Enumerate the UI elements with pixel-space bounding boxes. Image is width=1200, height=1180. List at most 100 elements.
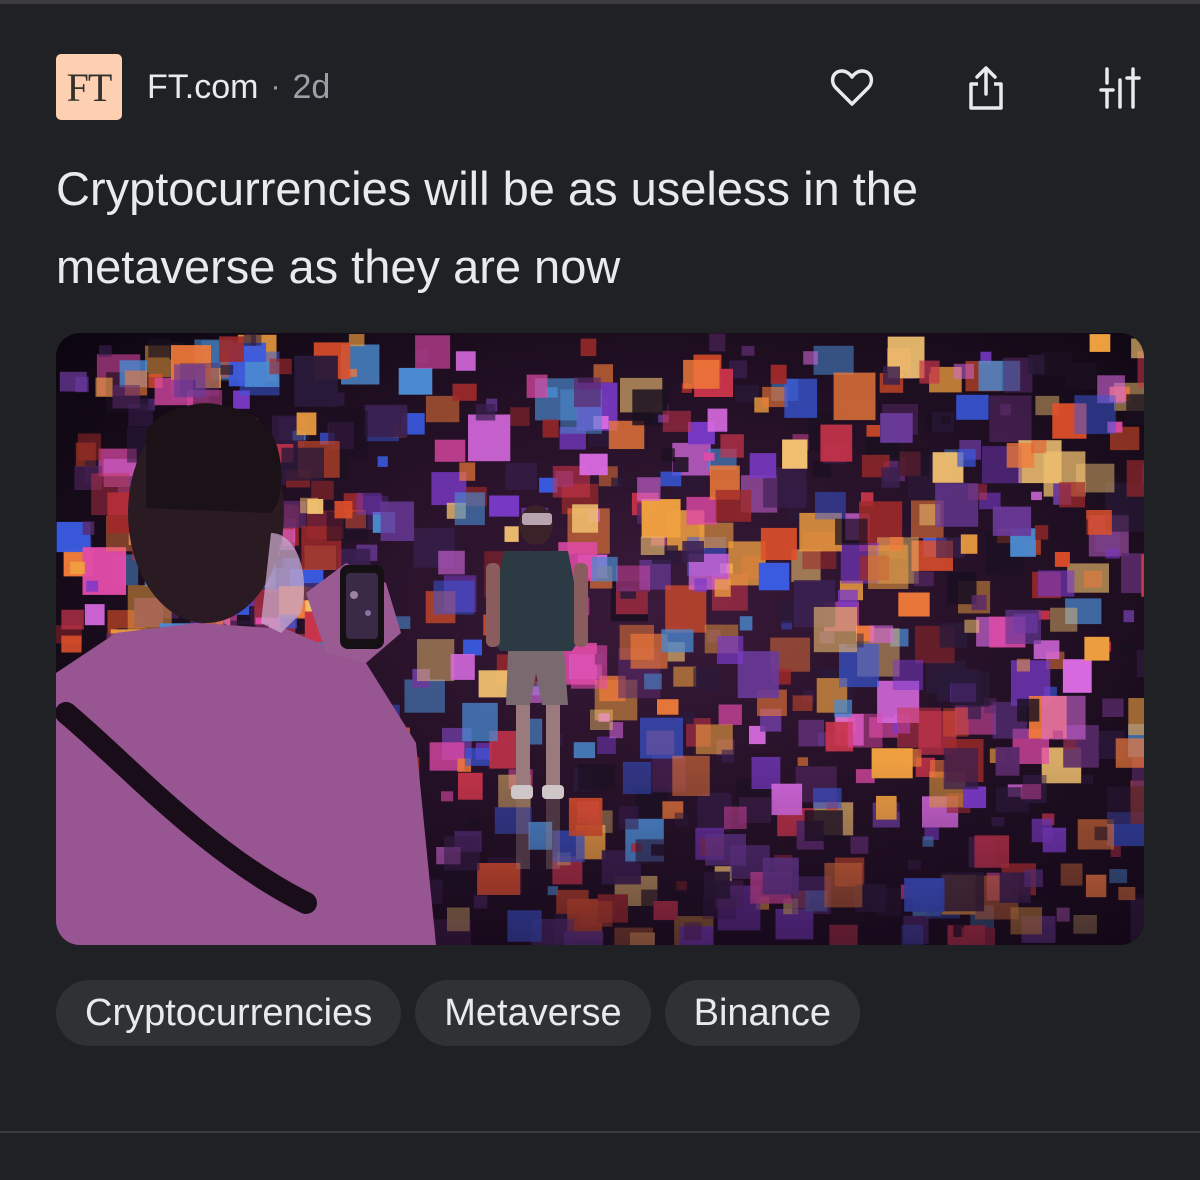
mosaic-tile — [837, 589, 858, 608]
topic-chips: Cryptocurrencies Metaverse Binance — [56, 980, 860, 1046]
mosaic-tile — [356, 492, 382, 515]
mosaic-tile — [718, 704, 742, 725]
mosaic-tile — [300, 497, 319, 514]
mosaic-tile — [707, 408, 728, 432]
share-icon — [969, 66, 1003, 110]
like-button[interactable] — [822, 58, 882, 118]
mosaic-tile — [1086, 510, 1112, 535]
article-thumbnail[interactable] — [56, 333, 1144, 945]
mosaic-tile — [661, 448, 675, 462]
chip-cryptocurrencies[interactable]: Cryptocurrencies — [56, 980, 402, 1046]
mosaic-tile — [489, 495, 520, 517]
mosaic-tile — [398, 367, 433, 395]
mosaic-tile — [739, 616, 753, 631]
mosaic-tile — [951, 671, 990, 707]
mosaic-tile — [640, 717, 683, 759]
mosaic-tile — [619, 624, 654, 660]
article-headline[interactable]: Cryptocurrencies will be as useless in t… — [56, 150, 1146, 306]
mosaic-tile — [463, 639, 482, 656]
mosaic-tile — [380, 501, 415, 541]
mosaic-tile — [813, 345, 854, 375]
mosaic-tile — [682, 541, 704, 562]
mosaic-tile — [661, 629, 694, 653]
mosaic-tile — [1005, 609, 1041, 644]
mosaic-tile — [989, 395, 1032, 442]
mosaic-tile — [813, 607, 858, 653]
mosaic-tile — [637, 477, 661, 502]
mosaic-tile — [1141, 554, 1144, 597]
mosaic-tile — [1120, 642, 1136, 656]
mosaic-tile — [657, 699, 679, 715]
mosaic-tile — [510, 407, 530, 426]
mosaic-tile — [960, 534, 978, 554]
mosaic-tile — [91, 473, 130, 516]
mosaic-tile — [868, 545, 909, 589]
mosaic-tile — [683, 712, 694, 725]
mosaic-tile — [1102, 698, 1124, 717]
mosaic-tile — [686, 496, 717, 525]
mosaic-tile — [611, 477, 623, 487]
mosaic-tile — [454, 492, 485, 526]
mosaic-tile — [833, 372, 876, 421]
mosaic-tile — [1034, 525, 1049, 540]
more-options-button[interactable] — [1090, 58, 1150, 118]
mosaic-tile — [61, 609, 84, 630]
mosaic-tile — [967, 705, 981, 720]
share-button[interactable] — [956, 58, 1016, 118]
mosaic-tile — [694, 578, 707, 593]
mosaic-tile — [847, 713, 883, 748]
mosaic-tile — [880, 413, 913, 443]
mosaic-tile — [890, 537, 904, 551]
mosaic-tile — [956, 394, 989, 420]
mosaic-tile — [820, 424, 853, 462]
source-name[interactable]: FT.com — [147, 68, 258, 107]
mosaic-tile — [573, 742, 596, 759]
mosaic-tile — [616, 565, 651, 592]
mosaic-tile — [59, 371, 87, 392]
mosaic-tile — [1006, 443, 1035, 468]
mosaic-tile — [953, 363, 974, 379]
separator: · — [270, 70, 281, 103]
mosaic-tile — [450, 654, 475, 680]
mosaic-tile — [438, 550, 465, 575]
mosaic-tile — [296, 412, 317, 436]
mosaic-tile — [311, 480, 334, 500]
mosaic-tile — [935, 483, 979, 527]
adjust-icon — [1099, 67, 1141, 109]
mosaic-tile — [1031, 491, 1042, 501]
mosaic-tile — [526, 374, 548, 398]
mosaic-tile — [892, 659, 924, 690]
mosaic-tile — [714, 579, 731, 597]
mosaic-tile — [579, 453, 608, 476]
mosaic-tile — [98, 345, 112, 357]
heart-icon — [830, 69, 874, 106]
mosaic-tile — [913, 571, 934, 587]
mosaic-tile — [898, 592, 930, 617]
mosaic-tile — [1126, 394, 1144, 424]
mosaic-tile — [294, 355, 338, 407]
top-divider — [0, 0, 1200, 4]
mosaic-tile — [673, 666, 697, 687]
mosaic-tile — [434, 439, 466, 462]
chip-metaverse[interactable]: Metaverse — [415, 980, 651, 1046]
mosaic-tile — [82, 521, 95, 535]
mosaic-tile — [665, 585, 707, 633]
mosaic-tile — [1121, 553, 1144, 594]
mosaic-tile — [881, 467, 900, 488]
mosaic-tile — [1031, 440, 1047, 454]
mosaic-tile — [572, 504, 599, 533]
mosaic-tile — [1089, 334, 1111, 352]
mosaic-tile — [815, 491, 846, 520]
news-card[interactable]: FT FT.com · 2d Cryptocurrencies will be … — [0, 0, 1200, 1180]
mosaic-tile — [662, 410, 691, 432]
mosaic-tile — [672, 457, 689, 473]
mosaic-tile — [721, 749, 735, 763]
mosaic-tile — [433, 580, 475, 615]
mosaic-tile — [834, 699, 853, 718]
mosaic-tile — [762, 386, 788, 408]
mosaic-tile — [992, 506, 1032, 536]
source-logo: FT — [56, 54, 122, 120]
mosaic-tile — [1062, 659, 1092, 693]
chip-binance[interactable]: Binance — [664, 980, 860, 1046]
mosaic-tile — [720, 434, 744, 458]
